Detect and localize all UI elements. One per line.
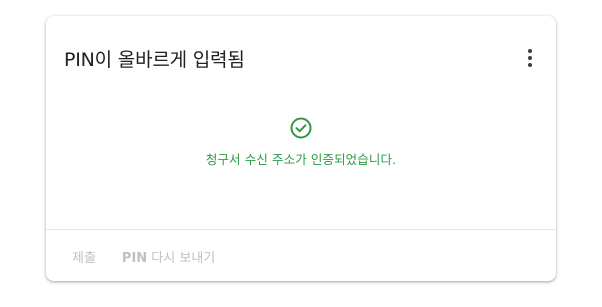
more-vert-icon (528, 48, 532, 69)
resend-pin-label-prefix: PIN (121, 250, 148, 266)
check-circle-icon (289, 116, 313, 140)
resend-pin-button[interactable]: PIN 다시 보내기 (114, 243, 223, 270)
verification-status: 청구서 수신 주소가 인증되었습니다. (46, 116, 556, 168)
card-actions: 제출 PIN 다시 보내기 (64, 242, 233, 270)
more-options-button[interactable] (516, 44, 544, 72)
pin-verification-card: PIN이 올바르게 입력됨 청구서 수신 주소가 인증되었습니다. 제출 PIN… (46, 16, 556, 281)
submit-button[interactable]: 제출 (64, 243, 104, 270)
resend-pin-label-suffix: 다시 보내기 (147, 250, 216, 266)
divider (46, 229, 556, 230)
card-header: PIN이 올바르게 입력됨 (64, 41, 544, 75)
card-title: PIN이 올바르게 입력됨 (64, 48, 245, 71)
status-message: 청구서 수신 주소가 인증되었습니다. (205, 152, 397, 167)
